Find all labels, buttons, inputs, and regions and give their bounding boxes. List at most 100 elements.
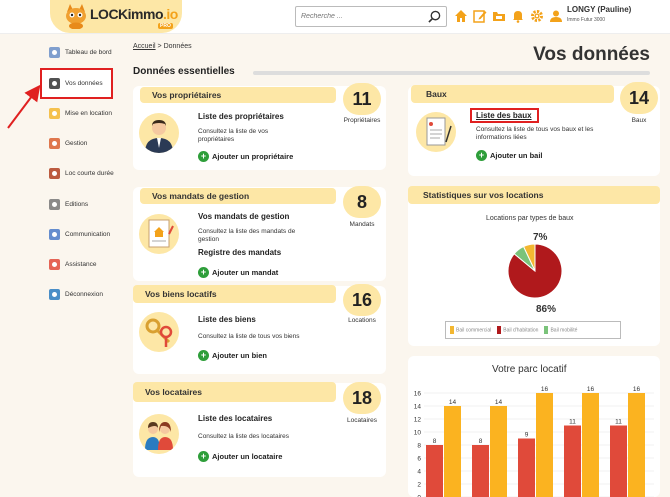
legend-item-2[interactable]: Bail mobilité (544, 326, 577, 334)
card-title: Vos locataires (133, 382, 336, 402)
sidebar-item-6[interactable]: Communication (48, 228, 110, 241)
sidebar-item-label: Vos données (65, 80, 103, 87)
bar-value-label: 9 (525, 432, 529, 439)
print-icon (49, 199, 60, 210)
section-divider (253, 71, 650, 75)
plus-icon: + (476, 150, 487, 161)
sidebar-item-label: Mise en location (65, 110, 112, 117)
card-title: Vos propriétaires (140, 87, 336, 103)
edit-icon[interactable] (473, 9, 487, 23)
home-icon[interactable] (454, 9, 468, 23)
businessman-icon (145, 120, 173, 153)
pro-badge: PRO (158, 23, 173, 29)
gear-icon[interactable] (530, 9, 544, 23)
sidebar-item-label: Assistance (65, 261, 97, 268)
sidebar-item-4[interactable]: Loc courte durée (48, 167, 114, 180)
top-header: LOCKimmo.io PRO LONGY (Pauline) Immo Fut… (0, 0, 670, 34)
bar-value-label: 16 (587, 386, 595, 393)
breadcrumb-home[interactable]: Accueil (133, 43, 156, 50)
couple-icon (145, 422, 173, 450)
sidebar-item-label: Communication (65, 231, 111, 238)
plus-icon: + (198, 451, 209, 462)
add-bien-button[interactable]: + Ajouter un bien (198, 350, 267, 361)
lease-illustration (416, 112, 456, 152)
sidebar-item-3[interactable]: Gestion (48, 137, 87, 150)
add-bail-button[interactable]: + Ajouter un bail (476, 150, 543, 161)
sidebar-item-0[interactable]: Tableau de bord (48, 46, 112, 59)
bar-s1-c1 (490, 406, 507, 497)
sidebar-item-label: Déconnexion (65, 291, 103, 298)
legend-item-1[interactable]: Bail d'habitation (497, 326, 538, 334)
bar-s1-c0 (444, 406, 461, 497)
section-title: Données essentielles (133, 66, 235, 77)
card-description: Consultez la liste de tous vos baux et l… (476, 126, 594, 141)
bar-s1-c2 (536, 393, 553, 497)
support-icon (49, 259, 60, 270)
y-tick-label: 16 (414, 391, 422, 398)
sidebar-item-label: Gestion (65, 140, 88, 147)
brand-name: LOCKimmo.io (90, 6, 178, 22)
sidebar-item-8[interactable]: Déconnexion (48, 288, 103, 301)
stats-title: Statistiques sur vos locations (408, 186, 660, 204)
card-description: Consultez la liste de vos propriétaires (198, 128, 269, 143)
sidebar-item-label: Editions (65, 201, 89, 208)
add-proprietaire-button[interactable]: + Ajouter un propriétaire (198, 151, 293, 162)
bar-s0-c4 (610, 425, 627, 497)
liste-proprietaires-link[interactable]: Liste des propriétaires (198, 112, 284, 121)
count-label: Locataires (347, 417, 377, 424)
plus-icon: + (198, 350, 209, 361)
key-icon (49, 108, 60, 119)
liste-biens-link[interactable]: Liste des biens (198, 315, 256, 324)
count-badge: 16 (343, 284, 381, 316)
pie-label-small: 7% (533, 232, 548, 243)
sidebar-item-5[interactable]: Editions (48, 198, 88, 211)
search-icon[interactable] (428, 10, 441, 23)
y-tick-label: 14 (414, 404, 422, 411)
search-box (295, 6, 447, 27)
count-label: Baux (631, 117, 647, 124)
sidebar-item-1[interactable]: Vos données (48, 77, 103, 90)
bell-icon[interactable] (511, 9, 525, 23)
liste-locataires-link[interactable]: Liste des locataires (198, 414, 272, 423)
card-title: Baux (411, 85, 614, 103)
bar-value-label: 16 (541, 386, 549, 393)
y-tick-label: 2 (417, 482, 421, 489)
sidebar-item-label: Loc courte durée (65, 170, 114, 177)
bar-value-label: 14 (449, 399, 457, 406)
liste-baux-link[interactable]: Liste des baux (476, 111, 532, 120)
pie-label-large: 86% (536, 304, 557, 315)
pie-chart (507, 243, 563, 299)
pie-chart-title: Locations par types de baux (486, 215, 574, 222)
y-tick-label: 4 (417, 469, 421, 476)
bar-s0-c0 (426, 445, 443, 497)
search-input[interactable] (296, 7, 416, 26)
legend-swatch (497, 326, 502, 334)
add-mandat-button[interactable]: + Ajouter un mandat (198, 267, 278, 278)
sidebar-item-7[interactable]: Assistance (48, 258, 96, 271)
house-document-icon (148, 219, 174, 248)
card-description: Consultez la liste des locataires (198, 433, 290, 440)
y-tick-label: 10 (414, 430, 422, 437)
legend-label: Bail mobilité (550, 327, 578, 334)
sidebar-item-2[interactable]: Mise en location (48, 107, 112, 120)
avatar-icon[interactable] (549, 9, 563, 23)
bar-s0-c2 (518, 438, 535, 497)
bar-value-label: 8 (433, 438, 437, 445)
management-icon (49, 138, 60, 149)
bar-value-label: 11 (615, 419, 622, 426)
property-illustration (139, 312, 179, 352)
user-name[interactable]: LONGY (Pauline) (567, 5, 631, 14)
count-badge: 11 (343, 83, 381, 115)
card-description: Consultez la liste des mandats de gestio… (198, 228, 296, 243)
registre-mandats-link[interactable]: Registre des mandats (198, 248, 281, 257)
count-label: Propriétaires (343, 117, 381, 124)
vos-mandats-link[interactable]: Vos mandats de gestion (198, 212, 289, 221)
plus-icon: + (198, 151, 209, 162)
legend-item-0[interactable]: Bail commercial (450, 326, 491, 334)
folder-icon[interactable] (492, 9, 506, 23)
add-locataire-button[interactable]: + Ajouter un locataire (198, 451, 282, 462)
card-description: Consultez la liste de tous vos biens (198, 333, 300, 340)
plus-icon: + (198, 267, 209, 278)
mandate-illustration (139, 214, 179, 254)
legend-swatch (450, 326, 454, 334)
